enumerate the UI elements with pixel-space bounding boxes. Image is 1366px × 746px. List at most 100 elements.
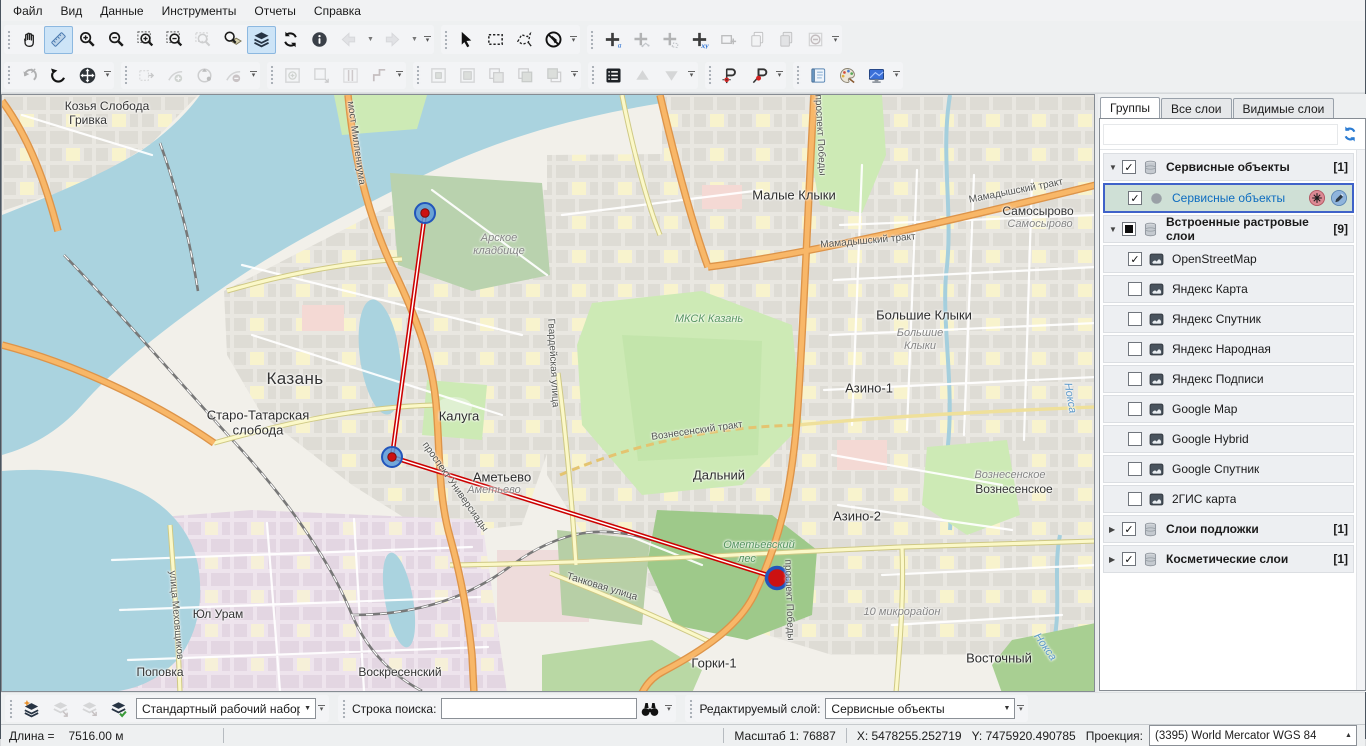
layer-visibility-checkbox[interactable] xyxy=(1128,432,1142,446)
workset-star-button[interactable] xyxy=(17,695,46,723)
toolbar-drag-handle[interactable] xyxy=(7,30,12,50)
layer-visibility-checkbox[interactable]: ✓ xyxy=(1128,191,1142,205)
menu-item-вид[interactable]: Вид xyxy=(52,2,92,20)
workset-combobox[interactable]: Стандартный рабочий набор ▼ xyxy=(136,698,316,719)
layer-group-row[interactable]: ▶✓Косметические слои[1] xyxy=(1103,545,1354,573)
layer-row[interactable]: Google Map xyxy=(1103,395,1354,423)
toolbar-overflow-button[interactable]: ▾ xyxy=(774,71,785,79)
layer-row[interactable]: Google Спутник xyxy=(1103,455,1354,483)
measure-ruler-button[interactable] xyxy=(44,26,73,54)
expand-icon[interactable]: ▶ xyxy=(1109,525,1122,534)
collapse-icon[interactable]: ▼ xyxy=(1109,225,1122,234)
monitor-button[interactable] xyxy=(862,62,891,88)
layer-visibility-checkbox[interactable] xyxy=(1128,492,1142,506)
layers-tree-scrollbar[interactable] xyxy=(1356,150,1365,690)
layer-visibility-checkbox[interactable] xyxy=(1122,222,1136,236)
select-lasso-button[interactable] xyxy=(510,26,539,54)
toolbar-overflow-button[interactable]: ▾ xyxy=(422,36,433,44)
layer-row[interactable]: Яндекс Карта xyxy=(1103,275,1354,303)
menu-item-файл[interactable]: Файл xyxy=(4,2,52,20)
toolbar-drag-handle[interactable] xyxy=(689,699,694,719)
toolbar-overflow-button[interactable]: ▾ xyxy=(316,705,327,713)
toolbar-drag-handle[interactable] xyxy=(9,699,14,719)
layer-visibility-checkbox[interactable] xyxy=(1128,402,1142,416)
toolbar-drag-handle[interactable] xyxy=(7,65,12,85)
collapse-icon[interactable]: ▼ xyxy=(1109,163,1122,172)
rotate-ccw-button[interactable] xyxy=(44,62,73,88)
layer-row[interactable]: ✓Сервисные объекты xyxy=(1103,183,1354,213)
toolbar-overflow-button[interactable]: ▾ xyxy=(663,705,674,713)
layer-row[interactable]: Google Hybrid xyxy=(1103,425,1354,453)
layer-group-row[interactable]: ▼Встроенные растровые слои[9] xyxy=(1103,215,1354,243)
toolbar-drag-handle[interactable] xyxy=(270,65,275,85)
menu-item-отчеты[interactable]: Отчеты xyxy=(245,2,304,20)
measurement-end-marker[interactable] xyxy=(767,568,788,589)
menu-item-справка[interactable]: Справка xyxy=(305,2,370,20)
info-button[interactable] xyxy=(305,26,334,54)
zoom-rect-out-button[interactable] xyxy=(160,26,189,54)
layer-visibility-checkbox[interactable] xyxy=(1128,342,1142,356)
layer-visibility-checkbox[interactable]: ✓ xyxy=(1128,252,1142,266)
attribute-table-button[interactable] xyxy=(599,62,628,88)
select-cursor-button[interactable] xyxy=(452,26,481,54)
layer-row[interactable]: Яндекс Спутник xyxy=(1103,305,1354,333)
route-start-button[interactable] xyxy=(716,62,745,88)
toolbar-overflow-button[interactable]: ▾ xyxy=(394,71,405,79)
layer-row[interactable]: Яндекс Подписи xyxy=(1103,365,1354,393)
map-canvas[interactable]: Козья СлободаГривкамост МиллениумаМалые … xyxy=(1,94,1095,692)
projection-combobox[interactable]: (3395) World Mercator WGS 84 ▲ xyxy=(1149,725,1357,746)
toolbar-overflow-button[interactable]: ▾ xyxy=(891,71,902,79)
layer-visibility-checkbox[interactable] xyxy=(1128,282,1142,296)
layer-visibility-checkbox[interactable]: ✓ xyxy=(1122,522,1136,536)
tab-видимые-слои[interactable]: Видимые слои xyxy=(1233,98,1335,118)
edit-layer-combobox[interactable]: Сервисные объекты ▼ xyxy=(825,698,1015,719)
zoom-rect-in-button[interactable] xyxy=(131,26,160,54)
layer-row[interactable]: 2ГИС карта xyxy=(1103,485,1354,513)
pan-hand-button[interactable] xyxy=(15,26,44,54)
move-object-button[interactable] xyxy=(73,62,102,88)
layer-visibility-checkbox[interactable] xyxy=(1128,312,1142,326)
workset-save-button[interactable] xyxy=(104,695,133,723)
toolbar-overflow-button[interactable]: ▾ xyxy=(569,71,580,79)
toolbar-drag-handle[interactable] xyxy=(444,30,449,50)
add-object-button[interactable]: a xyxy=(598,26,627,54)
toolbar-drag-handle[interactable] xyxy=(342,699,347,719)
zoom-out-button[interactable] xyxy=(102,26,131,54)
toolbar-drag-handle[interactable] xyxy=(591,65,596,85)
layer-visibility-checkbox[interactable] xyxy=(1128,462,1142,476)
toolbar-overflow-button[interactable]: ▾ xyxy=(248,71,259,79)
add-xy-button[interactable]: xy xyxy=(685,26,714,54)
toolbar-drag-handle[interactable] xyxy=(590,30,595,50)
refresh-layers-button[interactable] xyxy=(1338,123,1362,145)
select-rect-button[interactable] xyxy=(481,26,510,54)
toolbar-drag-handle[interactable] xyxy=(416,65,421,85)
toolbar-overflow-button[interactable]: ▾ xyxy=(686,71,697,79)
search-input[interactable] xyxy=(441,698,637,719)
menu-item-инструменты[interactable]: Инструменты xyxy=(153,2,246,20)
layer-row[interactable]: ✓OpenStreetMap xyxy=(1103,245,1354,273)
badge-route-icon[interactable] xyxy=(1308,189,1326,207)
toolbar-overflow-button[interactable]: ▾ xyxy=(1015,705,1026,713)
layer-visibility-checkbox[interactable]: ✓ xyxy=(1122,160,1136,174)
layer-visibility-checkbox[interactable] xyxy=(1128,372,1142,386)
palette-button[interactable] xyxy=(833,62,862,88)
toolbar-overflow-button[interactable]: ▾ xyxy=(830,36,841,44)
find-button[interactable] xyxy=(637,697,663,721)
zoom-area-button[interactable] xyxy=(218,26,247,54)
menu-item-данные[interactable]: Данные xyxy=(91,2,152,20)
layer-group-row[interactable]: ▶✓Слои подложки[1] xyxy=(1103,515,1354,543)
route-end-button[interactable] xyxy=(745,62,774,88)
toolbar-drag-handle[interactable] xyxy=(796,65,801,85)
tab-все-слои[interactable]: Все слои xyxy=(1161,98,1232,118)
layer-filter-input[interactable] xyxy=(1103,124,1338,145)
layer-row[interactable]: Яндекс Народная xyxy=(1103,335,1354,363)
layers-button[interactable] xyxy=(247,26,276,54)
toolbar-overflow-button[interactable]: ▾ xyxy=(568,36,579,44)
layer-group-row[interactable]: ▼✓Сервисные объекты[1] xyxy=(1103,153,1354,181)
expand-icon[interactable]: ▶ xyxy=(1109,555,1122,564)
toolbar-drag-handle[interactable] xyxy=(124,65,129,85)
refresh-button[interactable] xyxy=(276,26,305,54)
toolbar-overflow-button[interactable]: ▾ xyxy=(102,71,113,79)
layer-visibility-checkbox[interactable]: ✓ xyxy=(1122,552,1136,566)
notebook-button[interactable] xyxy=(804,62,833,88)
